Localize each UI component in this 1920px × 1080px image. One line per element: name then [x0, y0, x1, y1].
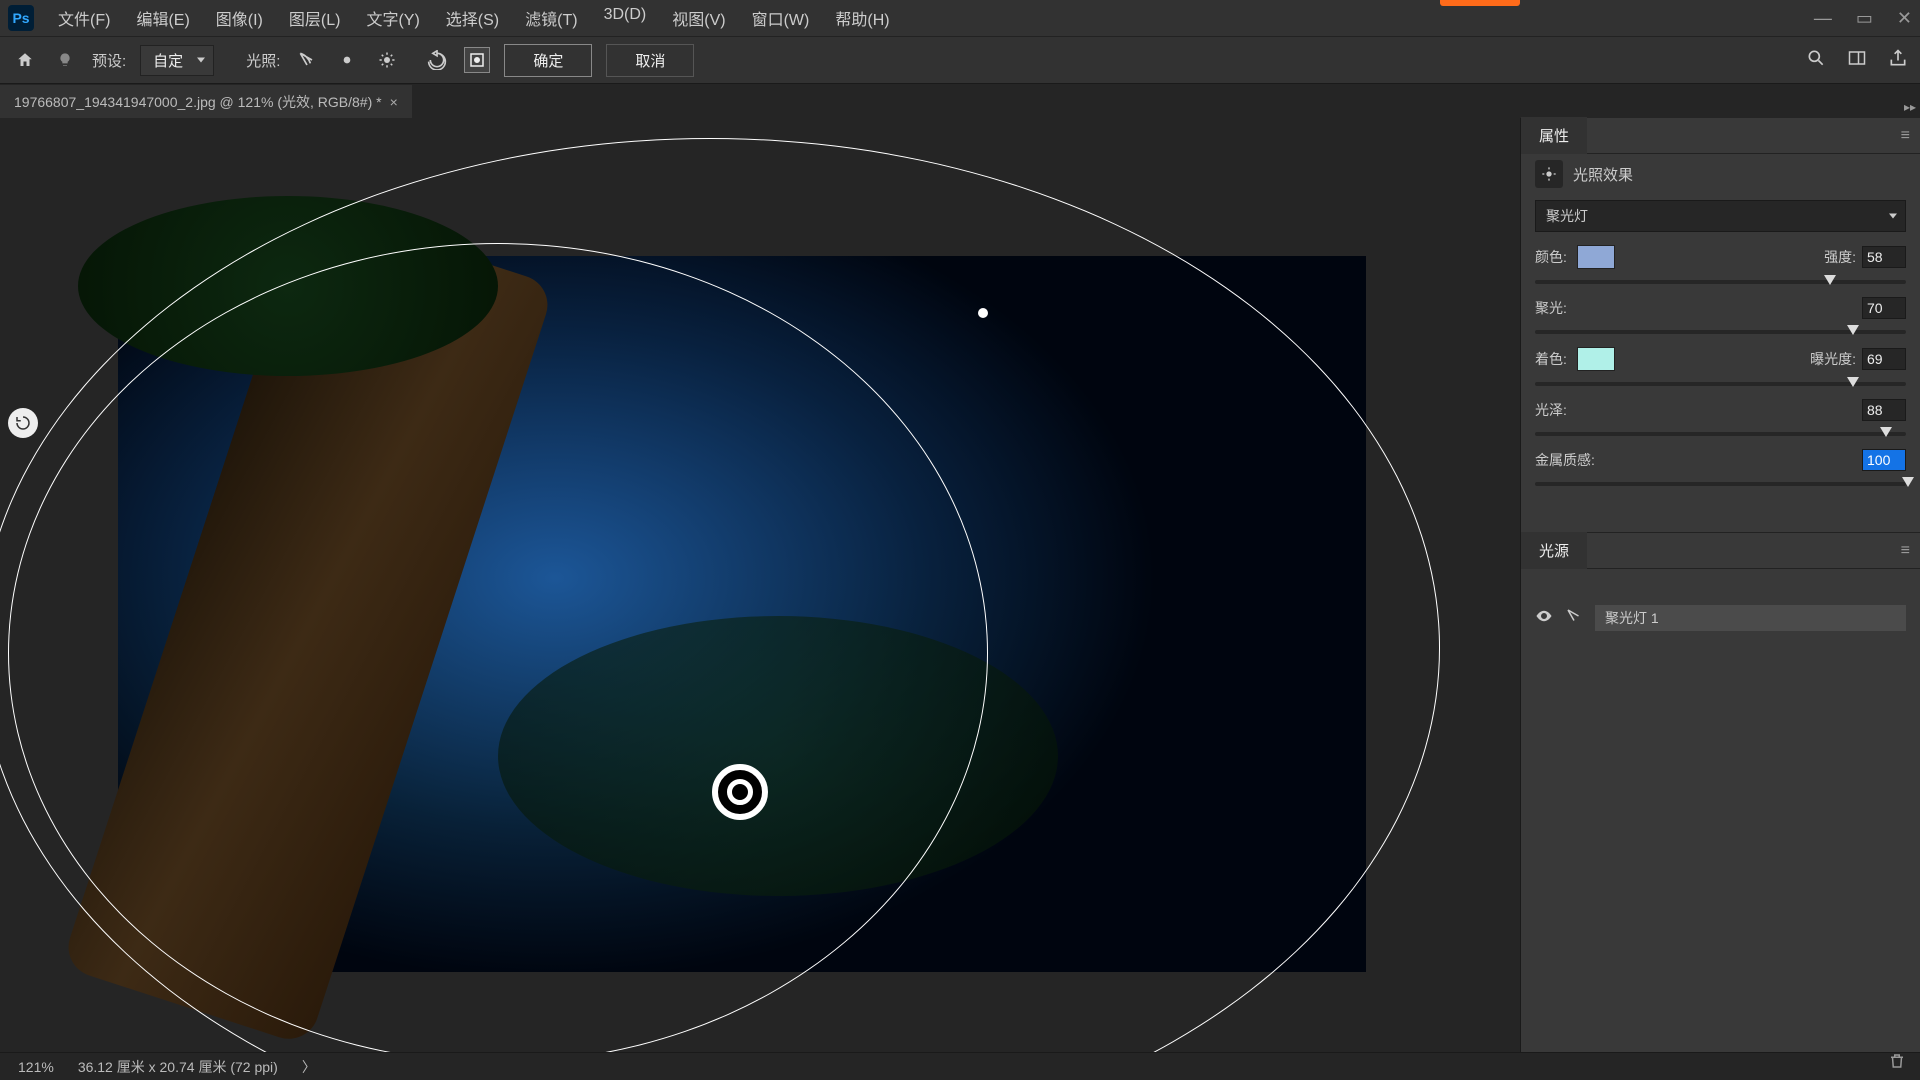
prop-tint-row: 着色: 曝光度: 69 — [1521, 340, 1920, 392]
spot-slider[interactable] — [1535, 330, 1906, 334]
gloss-value[interactable]: 88 — [1862, 399, 1906, 421]
close-icon[interactable]: ✕ — [1897, 8, 1912, 29]
lights-tab[interactable]: 光源 — [1521, 532, 1587, 569]
metal-slider[interactable] — [1535, 482, 1906, 486]
workspace: 属性 ≡ 光照效果 聚光灯 颜色: 强度: 58 聚光: — [0, 118, 1920, 1052]
document-info[interactable]: 36.12 厘米 x 20.74 厘米 (72 ppi) — [78, 1057, 278, 1077]
trash-icon[interactable] — [1888, 1052, 1906, 1074]
document-tab-bar: 19766807_194341947000_2.jpg @ 121% (光效, … — [0, 84, 1920, 118]
properties-panel-header: 属性 ≡ — [1521, 118, 1920, 154]
light-center-dot — [727, 779, 753, 805]
lights-panel: 光源 ≡ 聚光灯 1 — [1521, 532, 1920, 637]
panel-menu-icon[interactable]: ≡ — [1901, 127, 1910, 145]
menu-view[interactable]: 视图(V) — [664, 2, 733, 34]
preview-toggle-icon[interactable] — [464, 47, 490, 73]
search-icon[interactable] — [1806, 48, 1826, 72]
light-handle[interactable] — [978, 308, 988, 318]
intensity-slider[interactable] — [1535, 280, 1906, 284]
menu-type[interactable]: 文字(Y) — [358, 2, 427, 34]
infinitelight-icon[interactable] — [374, 47, 400, 73]
menu-layer[interactable]: 图层(L) — [281, 2, 349, 34]
menu-filter[interactable]: 滤镜(T) — [517, 2, 585, 34]
document-canvas[interactable] — [118, 256, 1366, 972]
document-tab-title: 19766807_194341947000_2.jpg @ 121% (光效, … — [14, 92, 382, 112]
exposure-value[interactable]: 69 — [1862, 348, 1906, 370]
spot-label: 聚光: — [1535, 298, 1567, 318]
effect-title-row: 光照效果 — [1521, 154, 1920, 194]
share-icon[interactable] — [1888, 48, 1908, 72]
gloss-label: 光泽: — [1535, 400, 1567, 420]
menu-3d[interactable]: 3D(D) — [596, 2, 655, 34]
menu-image[interactable]: 图像(I) — [208, 2, 271, 34]
minimize-icon[interactable]: — — [1814, 8, 1832, 29]
ok-button[interactable]: 确定 — [504, 44, 592, 77]
options-bar: 预设: 自定 光照: 确定 取消 — [0, 36, 1920, 84]
image-content-foliage — [498, 616, 1058, 896]
tint-swatch[interactable] — [1577, 347, 1615, 371]
lightbulb-icon[interactable] — [52, 47, 78, 73]
menu-file[interactable]: 文件(F) — [50, 2, 118, 34]
rotate-widget[interactable] — [8, 408, 38, 438]
prop-metal-row: 金属质感: 100 — [1521, 442, 1920, 492]
light-center-handle[interactable] — [712, 764, 768, 820]
preset-dropdown[interactable]: 自定 — [140, 45, 214, 76]
prop-color-row: 颜色: 强度: 58 — [1521, 238, 1920, 290]
prop-gloss-row: 光泽: 88 — [1521, 392, 1920, 442]
tint-label: 着色: — [1535, 349, 1567, 369]
cloud-sync-indicator — [1440, 0, 1520, 6]
color-swatch[interactable] — [1577, 245, 1615, 269]
color-label: 颜色: — [1535, 247, 1567, 267]
intensity-value[interactable]: 58 — [1862, 246, 1906, 268]
lighting-effect-icon — [1535, 160, 1563, 188]
image-content-foliage — [78, 196, 498, 376]
effect-name: 光照效果 — [1573, 164, 1633, 185]
app-logo: Ps — [8, 5, 34, 31]
maximize-icon[interactable]: ▭ — [1856, 8, 1873, 29]
properties-tab[interactable]: 属性 — [1521, 117, 1587, 154]
close-tab-icon[interactable]: × — [390, 94, 398, 110]
light-type-dropdown[interactable]: 聚光灯 — [1535, 200, 1906, 232]
canvas-area[interactable] — [0, 118, 1520, 1052]
pointlight-icon[interactable] — [334, 47, 360, 73]
light-list-item[interactable]: 聚光灯 1 — [1521, 599, 1920, 637]
status-bar: 121% 36.12 厘米 x 20.74 厘米 (72 ppi) 〉 — [0, 1052, 1920, 1080]
info-chevron-icon[interactable]: 〉 — [302, 1057, 316, 1077]
home-icon[interactable] — [12, 47, 38, 73]
title-bar: Ps 文件(F) 编辑(E) 图像(I) 图层(L) 文字(Y) 选择(S) 滤… — [0, 0, 1920, 36]
prop-spot-row: 聚光: 70 — [1521, 290, 1920, 340]
menu-bar: 文件(F) 编辑(E) 图像(I) 图层(L) 文字(Y) 选择(S) 滤镜(T… — [50, 2, 898, 34]
spotlight-icon[interactable] — [294, 47, 320, 73]
exposure-slider[interactable] — [1535, 382, 1906, 386]
menu-help[interactable]: 帮助(H) — [827, 2, 897, 34]
intensity-label: 强度: — [1824, 247, 1856, 267]
expand-flyout-icon[interactable]: ▸▸ — [1904, 100, 1916, 114]
panel-menu-icon[interactable]: ≡ — [1901, 542, 1910, 560]
spot-value[interactable]: 70 — [1862, 297, 1906, 319]
zoom-level[interactable]: 121% — [18, 1059, 54, 1075]
spotlight-type-icon — [1565, 607, 1583, 629]
window-controls: — ▭ ✕ — [1814, 0, 1912, 36]
right-panel: 属性 ≡ 光照效果 聚光灯 颜色: 强度: 58 聚光: — [1520, 118, 1920, 1052]
menu-edit[interactable]: 编辑(E) — [128, 2, 197, 34]
exposure-label: 曝光度: — [1810, 349, 1856, 369]
reset-icon[interactable] — [424, 47, 450, 73]
light-item-name[interactable]: 聚光灯 1 — [1595, 605, 1906, 631]
preset-label: 预设: — [92, 50, 126, 71]
menu-window[interactable]: 窗口(W) — [744, 2, 818, 34]
visibility-icon[interactable] — [1535, 607, 1553, 629]
gloss-slider[interactable] — [1535, 432, 1906, 436]
document-tab[interactable]: 19766807_194341947000_2.jpg @ 121% (光效, … — [0, 85, 412, 119]
light-label: 光照: — [246, 50, 280, 71]
cancel-button[interactable]: 取消 — [606, 44, 694, 77]
metal-value[interactable]: 100 — [1862, 449, 1906, 471]
metal-label: 金属质感: — [1535, 450, 1595, 470]
menu-select[interactable]: 选择(S) — [438, 2, 507, 34]
workspace-icon[interactable] — [1846, 49, 1868, 71]
